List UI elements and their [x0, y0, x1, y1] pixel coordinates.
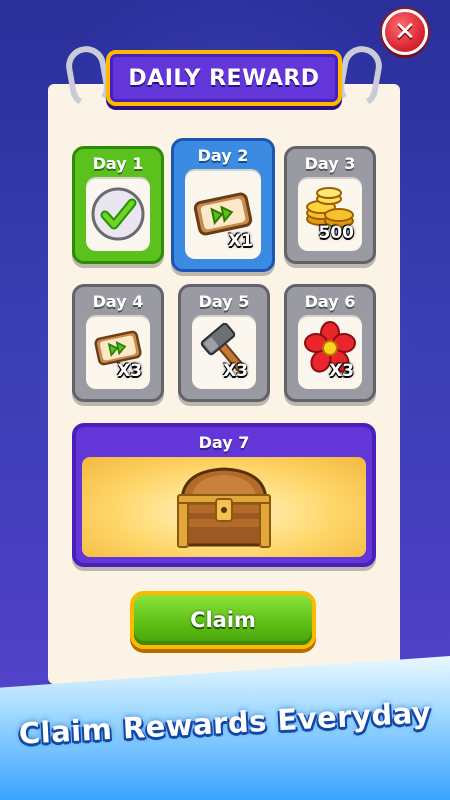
- day-label: Day 4: [92, 292, 144, 311]
- day-label: Day 7: [198, 433, 250, 452]
- treasure-chest-icon: [177, 467, 271, 548]
- day-label: Day 2: [197, 146, 249, 165]
- day-5-card[interactable]: Day 5 X3: [178, 284, 270, 402]
- reward-quantity: X3: [329, 361, 354, 381]
- reward-quantity: X1: [228, 231, 253, 251]
- page-title: DAILY REWARD: [128, 65, 320, 91]
- day-reward-slot: [82, 457, 366, 557]
- day-4-card[interactable]: Day 4 X3: [72, 284, 164, 402]
- checkmark-icon: [91, 187, 145, 241]
- reward-quantity: 500: [318, 223, 355, 243]
- day-2-card[interactable]: Day 2 X1: [171, 138, 275, 272]
- reward-quantity: X3: [223, 361, 248, 381]
- day-reward-slot: X1: [185, 169, 261, 259]
- claim-button[interactable]: Claim: [130, 591, 316, 649]
- day-7-card[interactable]: Day 7: [72, 423, 376, 567]
- day-label: Day 3: [304, 154, 356, 173]
- day-label: Day 5: [198, 292, 250, 311]
- title-banner: DAILY REWARD: [106, 50, 342, 106]
- day-label: Day 6: [304, 292, 356, 311]
- claim-button-label: Claim: [190, 608, 256, 632]
- day-reward-slot: 500: [298, 177, 362, 251]
- day-reward-slot: [86, 177, 150, 251]
- close-button[interactable]: ✕: [382, 9, 428, 55]
- day-label: Day 1: [92, 154, 144, 173]
- day-reward-slot: X3: [298, 315, 362, 389]
- reward-quantity: X3: [117, 361, 142, 381]
- day-3-card[interactable]: Day 3 500: [284, 146, 376, 264]
- close-icon: ✕: [394, 17, 416, 47]
- day-reward-slot: X3: [86, 315, 150, 389]
- day-reward-slot: X3: [192, 315, 256, 389]
- day-6-card[interactable]: Day 6 X3: [284, 284, 376, 402]
- day-1-card[interactable]: Day 1: [72, 146, 164, 264]
